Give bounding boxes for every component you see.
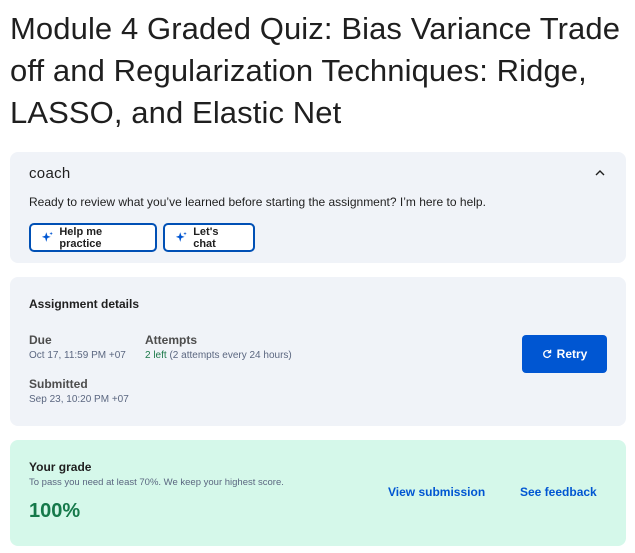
attempts-label: Attempts xyxy=(145,333,198,347)
lets-chat-label: Let's chat xyxy=(193,225,219,250)
assignment-details-title: Assignment details xyxy=(29,297,140,311)
retry-button[interactable]: Retry xyxy=(522,335,607,373)
attempts-detail: (2 attempts every 24 hours) xyxy=(166,350,292,361)
chevron-up-icon[interactable] xyxy=(592,164,608,180)
attempts-value: 2 left (2 attempts every 24 hours) xyxy=(145,350,292,361)
coach-message: Ready to review what you’ve learned befo… xyxy=(29,195,486,209)
lets-chat-button[interactable]: Let's chat xyxy=(163,223,255,252)
help-me-practice-button[interactable]: Help me practice xyxy=(29,223,157,252)
see-feedback-link[interactable]: See feedback xyxy=(520,485,597,499)
due-label: Due xyxy=(29,333,52,347)
grade-title: Your grade xyxy=(29,460,92,474)
due-value: Oct 17, 11:59 PM +07 xyxy=(29,350,126,361)
coach-logo: coach xyxy=(29,165,71,182)
attempts-left: 2 left xyxy=(145,350,167,361)
help-me-practice-label: Help me practice xyxy=(59,225,103,250)
refresh-icon xyxy=(542,349,551,359)
retry-label: Retry xyxy=(556,347,588,361)
sparkle-icon xyxy=(41,231,53,242)
page-title: Module 4 Graded Quiz: Bias Variance Trad… xyxy=(10,11,621,130)
submitted-label: Submitted xyxy=(29,377,88,391)
grade-subtitle: To pass you need at least 70%. We keep y… xyxy=(29,477,284,488)
coach-panel: coach Ready to review what you’ve learne… xyxy=(10,152,626,263)
assignment-details-panel: Assignment details Due Oct 17, 11:59 PM … xyxy=(10,277,626,426)
submitted-value: Sep 23, 10:20 PM +07 xyxy=(29,394,129,405)
view-submission-link[interactable]: View submission xyxy=(388,485,485,499)
grade-score: 100% xyxy=(29,500,81,522)
sparkle-icon xyxy=(175,231,187,242)
grade-panel: Your grade To pass you need at least 70%… xyxy=(10,440,626,546)
